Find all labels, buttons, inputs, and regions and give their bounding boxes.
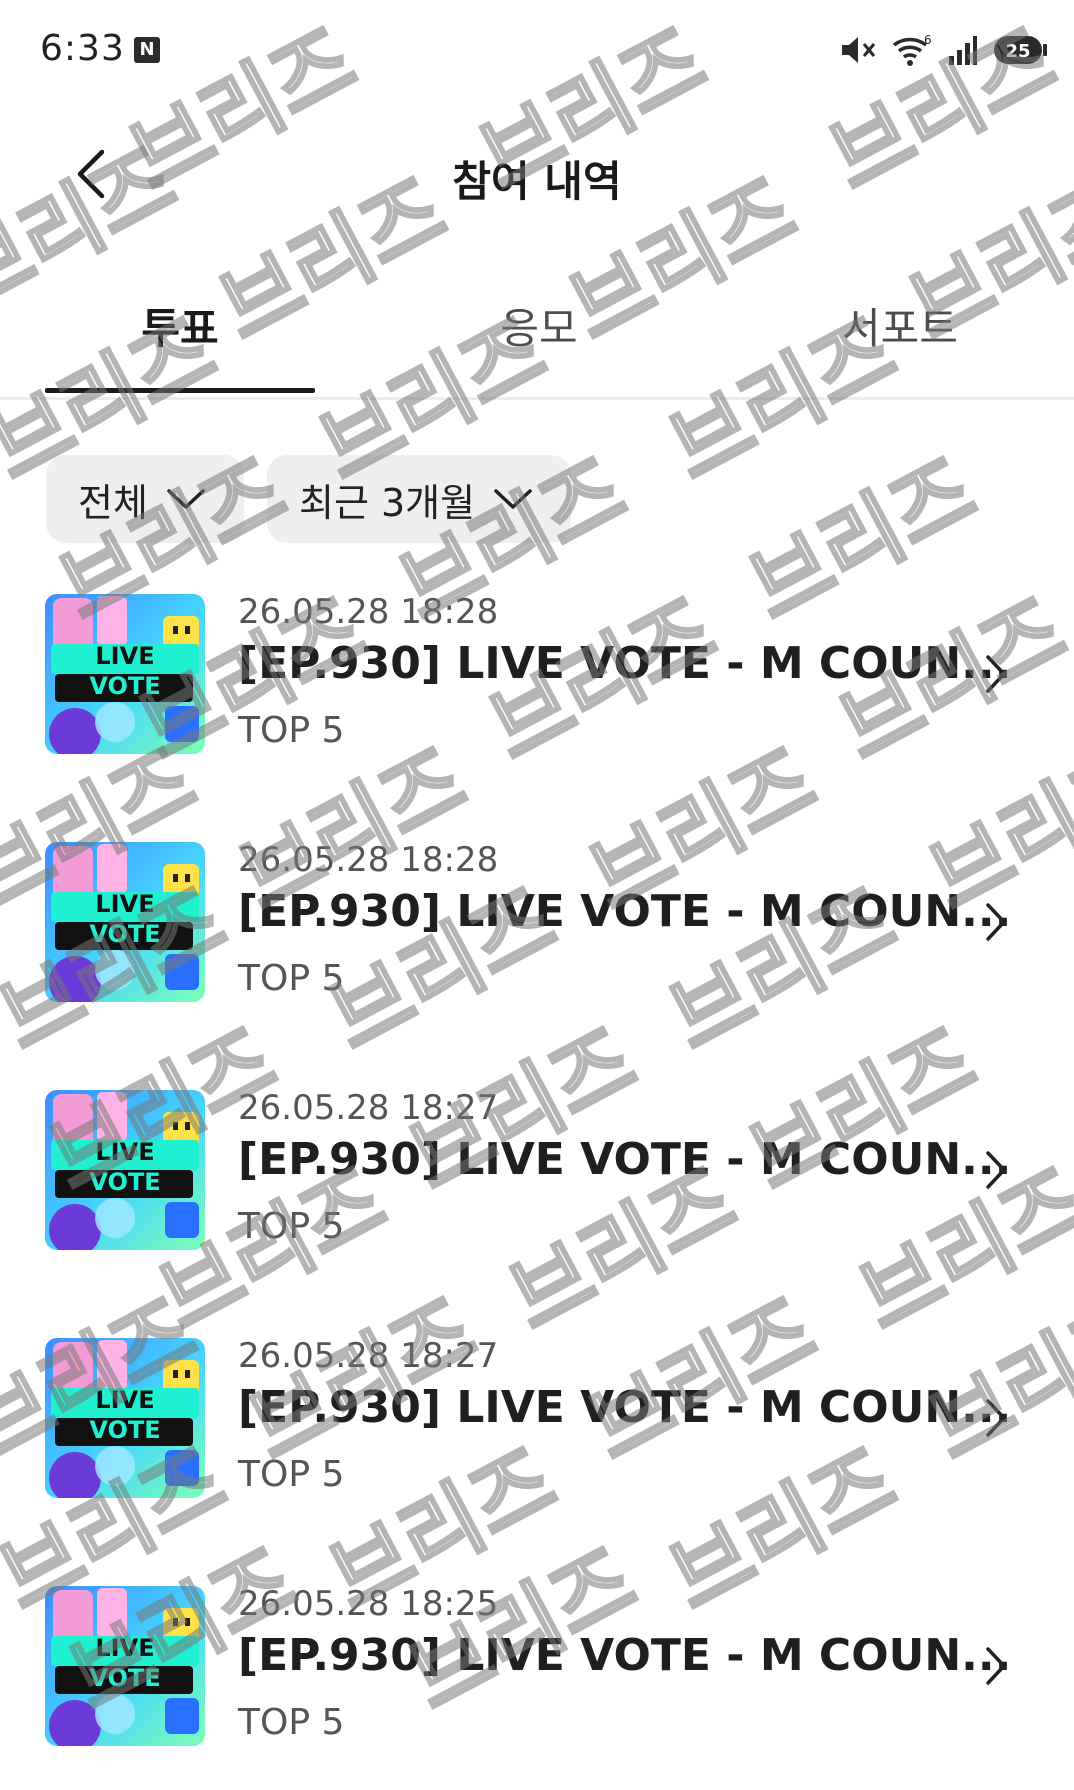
item-subtitle: TOP 5 xyxy=(238,710,345,751)
thumbnail-text-vote: VOTE xyxy=(89,1664,161,1692)
item-subtitle: TOP 5 xyxy=(238,958,345,999)
app-header: 참여 내역 xyxy=(0,110,1074,220)
chevron-right-icon xyxy=(986,1151,1006,1189)
svg-text:6: 6 xyxy=(924,33,932,47)
tab-support[interactable]: 서포트 xyxy=(765,295,1035,356)
category-filter-label: 전체 xyxy=(78,480,148,525)
tab-entry[interactable]: 응모 xyxy=(404,295,674,356)
thumbnail-text-live: LIVE xyxy=(95,890,155,918)
item-date: 26.05.28 18:28 xyxy=(238,840,499,880)
mute-icon xyxy=(842,37,876,63)
vote-thumbnail: LIVE VOTE xyxy=(45,1090,205,1250)
item-title: [EP.930] LIVE VOTE - M COUN... xyxy=(238,638,1012,689)
vote-thumbnail: LIVE VOTE xyxy=(45,1338,205,1498)
wifi-icon: 6 xyxy=(892,33,932,66)
thumbnail-text-vote: VOTE xyxy=(89,1416,161,1444)
vote-thumbnail: LIVE VOTE xyxy=(45,1586,205,1746)
list-item[interactable]: LIVE VOTE 26.05.28 18:27 [EP.930] LIVE V… xyxy=(0,1334,1074,1504)
battery-level: 25 xyxy=(1005,41,1030,62)
status-time: 6:33 xyxy=(40,28,125,69)
chevron-right-icon xyxy=(986,1399,1006,1437)
system-icons: 6 25 xyxy=(840,30,1048,70)
vote-thumbnail: LIVE VOTE xyxy=(45,594,205,754)
item-title: [EP.930] LIVE VOTE - M COUN... xyxy=(238,1134,1012,1185)
chevron-right-icon xyxy=(986,1647,1006,1685)
thumbnail-text-live: LIVE xyxy=(95,1138,155,1166)
item-date: 26.05.28 18:27 xyxy=(238,1336,499,1376)
list-item[interactable]: LIVE VOTE 26.05.28 18:25 [EP.930] LIVE V… xyxy=(0,1582,1074,1752)
thumbnail-text-vote: VOTE xyxy=(89,672,161,700)
status-bar: 6:33 N 6 25 xyxy=(0,0,1074,100)
list-item[interactable]: LIVE VOTE 26.05.28 18:28 [EP.930] LIVE V… xyxy=(0,838,1074,1008)
chevron-right-icon xyxy=(986,903,1006,941)
period-filter-dropdown[interactable]: 최근 3개월 xyxy=(267,455,571,543)
chevron-down-icon xyxy=(167,489,205,509)
item-date: 26.05.28 18:25 xyxy=(238,1584,499,1624)
item-date: 26.05.28 18:27 xyxy=(238,1088,499,1128)
thumbnail-text-vote: VOTE xyxy=(89,1168,161,1196)
period-filter-label: 최근 3개월 xyxy=(299,480,476,525)
item-title: [EP.930] LIVE VOTE - M COUN... xyxy=(238,1630,1012,1681)
item-subtitle: TOP 5 xyxy=(238,1454,345,1495)
notification-n-icon: N xyxy=(134,37,160,63)
page-title: 참여 내역 xyxy=(452,157,622,206)
signal-icon xyxy=(949,36,977,65)
item-date: 26.05.28 18:28 xyxy=(238,592,499,632)
item-subtitle: TOP 5 xyxy=(238,1702,345,1743)
item-title: [EP.930] LIVE VOTE - M COUN... xyxy=(238,886,1012,937)
thumbnail-text-vote: VOTE xyxy=(89,920,161,948)
thumbnail-text-live: LIVE xyxy=(95,1634,155,1662)
battery-icon: 25 xyxy=(994,36,1047,64)
active-tab-indicator xyxy=(45,388,315,393)
chevron-down-icon xyxy=(494,489,532,509)
vote-thumbnail: LIVE VOTE xyxy=(45,842,205,1002)
list-item[interactable]: LIVE VOTE 26.05.28 18:27 [EP.930] LIVE V… xyxy=(0,1086,1074,1256)
tab-vote[interactable]: 투표 xyxy=(45,295,315,356)
item-subtitle: TOP 5 xyxy=(238,1206,345,1247)
thumbnail-text-live: LIVE xyxy=(95,1386,155,1414)
tab-bar: 투표 응모 서포트 xyxy=(0,275,1074,400)
category-filter-dropdown[interactable]: 전체 xyxy=(46,455,244,543)
chevron-right-icon xyxy=(986,655,1006,693)
item-title: [EP.930] LIVE VOTE - M COUN... xyxy=(238,1382,1012,1433)
thumbnail-text-live: LIVE xyxy=(95,642,155,670)
list-item[interactable]: LIVE VOTE 26.05.28 18:28 [EP.930] LIVE V… xyxy=(0,590,1074,760)
